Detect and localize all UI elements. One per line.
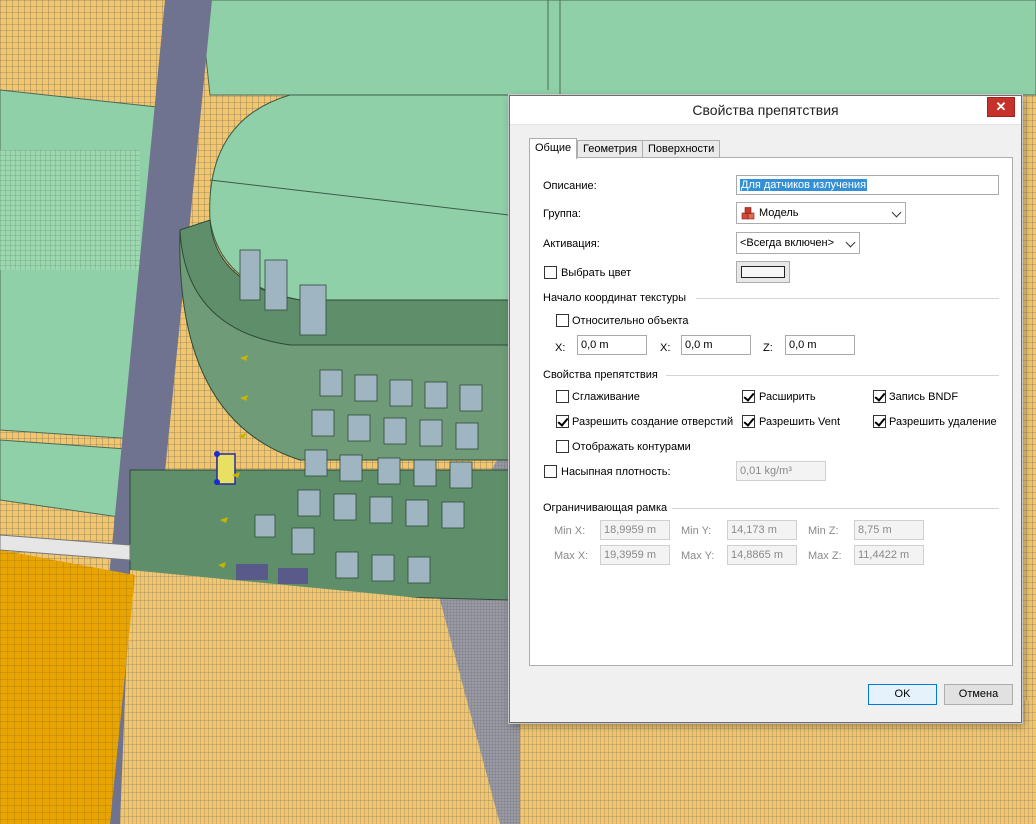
- bulk-density-input[interactable]: 0,01 kg/m³: [736, 461, 826, 481]
- min-y-label: Min Y:: [681, 525, 712, 537]
- group-value: Модель: [759, 207, 799, 219]
- min-x-label: Min X:: [554, 525, 586, 537]
- min-z-input[interactable]: 8,75 m: [854, 520, 924, 540]
- tab-geometry[interactable]: Геометрия: [577, 140, 644, 158]
- pick-color-checkbox[interactable]: [544, 266, 557, 279]
- close-icon: ✕: [995, 99, 1007, 114]
- max-z-input[interactable]: 11,4422 m: [854, 545, 924, 565]
- relative-to-object-checkbox[interactable]: [556, 314, 569, 327]
- description-input[interactable]: Для датчиков излучения: [736, 175, 999, 195]
- max-y-label: Max Y:: [681, 550, 715, 562]
- group-divider: [696, 298, 999, 299]
- max-y-input[interactable]: 14,8865 m: [727, 545, 797, 565]
- smoothing-label: Сглаживание: [572, 391, 640, 403]
- cancel-button[interactable]: Отмена: [944, 684, 1013, 705]
- tab-surfaces[interactable]: Поверхности: [642, 140, 721, 158]
- texture-y-label: X:: [660, 342, 671, 354]
- pick-color-label: Выбрать цвет: [561, 267, 632, 279]
- texture-x-label: X:: [555, 342, 566, 354]
- allow-remove-checkbox[interactable]: [873, 415, 886, 428]
- allow-remove-label: Разрешить удаление: [889, 416, 997, 428]
- expand-checkbox[interactable]: [742, 390, 755, 403]
- color-swatch: [741, 266, 785, 278]
- relative-to-object-label: Относительно объекта: [572, 315, 689, 327]
- dialog-titlebar[interactable]: Свойства препятствия ✕: [510, 96, 1021, 125]
- show-outline-label: Отображать контурами: [572, 441, 691, 453]
- expand-label: Расширить: [759, 391, 816, 403]
- show-outline-checkbox[interactable]: [556, 440, 569, 453]
- min-y-input[interactable]: 14,173 m: [727, 520, 797, 540]
- group-select[interactable]: Модель: [736, 202, 906, 224]
- allow-holes-label: Разрешить создание отверстий: [572, 416, 734, 428]
- activation-select[interactable]: <Всегда включен>: [736, 232, 860, 254]
- dialog-title: Свойства препятствия: [692, 102, 839, 118]
- group-label: Группа:: [543, 208, 581, 220]
- tab-panel-general: Описание: Для датчиков излучения Группа:…: [529, 157, 1013, 666]
- bndf-label: Запись BNDF: [889, 391, 959, 403]
- tab-general[interactable]: Общие: [529, 138, 578, 159]
- min-x-input[interactable]: 18,9959 m: [600, 520, 670, 540]
- obstruction-properties-dialog: Свойства препятствия ✕ Общие Геометрия П…: [509, 95, 1022, 723]
- texture-z-label: Z:: [763, 342, 773, 354]
- texture-z-input[interactable]: 0,0 m: [785, 335, 855, 355]
- bulk-density-checkbox[interactable]: [544, 465, 557, 478]
- allow-vent-checkbox[interactable]: [742, 415, 755, 428]
- bulk-density-label: Насыпная плотность:: [561, 466, 671, 478]
- max-z-label: Max Z:: [808, 550, 842, 562]
- close-button[interactable]: ✕: [987, 97, 1015, 117]
- min-z-label: Min Z:: [808, 525, 839, 537]
- texture-y-input[interactable]: 0,0 m: [681, 335, 751, 355]
- allow-vent-label: Разрешить Vent: [759, 416, 841, 428]
- obstruction-props-heading: Свойства препятствия: [543, 369, 658, 381]
- texture-x-input[interactable]: 0,0 m: [577, 335, 647, 355]
- bounding-box-heading: Ограничивающая рамка: [543, 502, 668, 514]
- group-divider: [672, 508, 999, 509]
- model-blocks-icon: [741, 207, 755, 220]
- chevron-down-icon: [845, 237, 856, 248]
- group-divider: [666, 375, 999, 376]
- color-picker-button[interactable]: [736, 261, 790, 283]
- activation-label: Активация:: [543, 238, 600, 250]
- smoothing-checkbox[interactable]: [556, 390, 569, 403]
- allow-holes-checkbox[interactable]: [556, 415, 569, 428]
- bndf-checkbox[interactable]: [873, 390, 886, 403]
- activation-value: <Всегда включен>: [740, 237, 835, 249]
- max-x-input[interactable]: 19,3959 m: [600, 545, 670, 565]
- description-value: Для датчиков излучения: [740, 179, 868, 191]
- chevron-down-icon: [891, 207, 902, 218]
- description-label: Описание:: [543, 180, 597, 192]
- ok-button[interactable]: OK: [868, 684, 937, 705]
- texture-origin-heading: Начало координат текстуры: [543, 292, 687, 304]
- max-x-label: Max X:: [554, 550, 589, 562]
